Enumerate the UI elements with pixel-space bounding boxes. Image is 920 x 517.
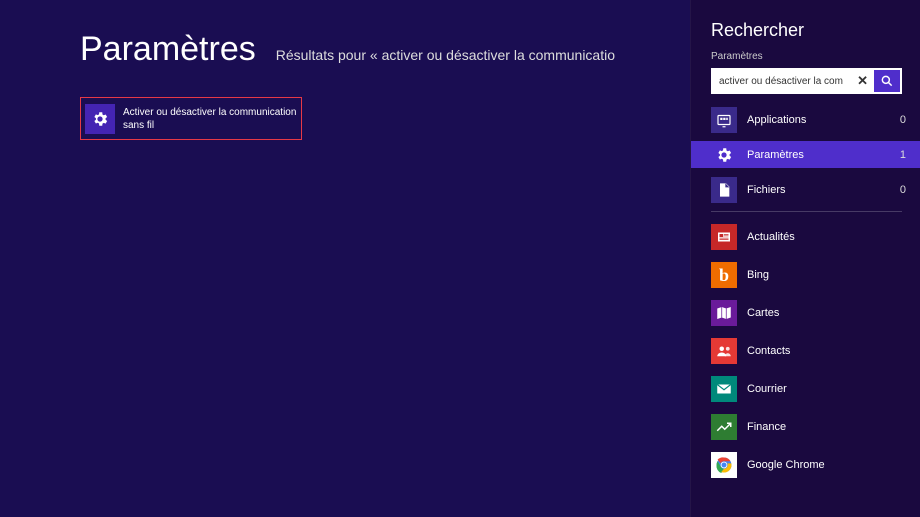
clear-icon[interactable]: ✕ [857, 73, 868, 89]
mail-icon [711, 376, 737, 402]
results-pane: Paramètres Résultats pour « activer ou d… [0, 0, 690, 517]
chrome-icon [711, 452, 737, 478]
page-title: Paramètres [80, 30, 256, 69]
scope-item-applications[interactable]: Applications0 [691, 106, 920, 133]
bing-icon: b [711, 262, 737, 288]
app-item-courrier[interactable]: Courrier [711, 374, 902, 404]
scope-label: Paramètres [747, 149, 900, 161]
app-item-google-chrome[interactable]: Google Chrome [711, 450, 902, 480]
app-item-cartes[interactable]: Cartes [711, 298, 902, 328]
scope-item-fichiers[interactable]: Fichiers0 [691, 176, 920, 203]
app-label: Actualités [747, 231, 795, 243]
search-result-label: Activer ou désactiver la communication s… [115, 106, 297, 132]
file-icon [711, 177, 737, 203]
maps-icon [711, 300, 737, 326]
search-charm-panel: Rechercher Paramètres ✕ Applications0Par… [690, 0, 920, 517]
app-label: Cartes [747, 307, 779, 319]
app-label: Finance [747, 421, 786, 433]
contacts-icon [711, 338, 737, 364]
app-item-finance[interactable]: Finance [711, 412, 902, 442]
results-header: Paramètres Résultats pour « activer ou d… [80, 30, 690, 69]
search-input[interactable] [711, 68, 874, 94]
app-item-contacts[interactable]: Contacts [711, 336, 902, 366]
divider [711, 211, 902, 212]
app-item-actualités[interactable]: Actualités [711, 222, 902, 252]
apps-icon [711, 107, 737, 133]
app-label: Bing [747, 269, 769, 281]
results-subtitle: Résultats pour « activer ou désactiver l… [276, 47, 615, 63]
app-label: Google Chrome [747, 459, 825, 471]
news-icon [711, 224, 737, 250]
charm-scope-label: Paramètres [711, 51, 902, 62]
scope-list: Applications0Paramètres1Fichiers0 [711, 106, 902, 203]
scope-count: 1 [900, 149, 914, 161]
finance-icon [711, 414, 737, 440]
search-row: ✕ [711, 68, 902, 94]
scope-label: Fichiers [747, 184, 900, 196]
search-button[interactable] [874, 68, 902, 94]
app-label: Courrier [747, 383, 787, 395]
app-label: Contacts [747, 345, 790, 357]
scope-item-paramètres[interactable]: Paramètres1 [691, 141, 920, 168]
search-result-tile[interactable]: Activer ou désactiver la communication s… [80, 97, 302, 140]
scope-count: 0 [900, 184, 914, 196]
scope-count: 0 [900, 114, 914, 126]
gear-icon [711, 142, 737, 168]
app-item-bing[interactable]: b Bing [711, 260, 902, 290]
scope-label: Applications [747, 114, 900, 126]
gear-icon [85, 104, 115, 134]
charm-title: Rechercher [711, 20, 902, 41]
app-list: Actualités b Bing Cartes Contacts Courrier Fin… [711, 222, 902, 480]
